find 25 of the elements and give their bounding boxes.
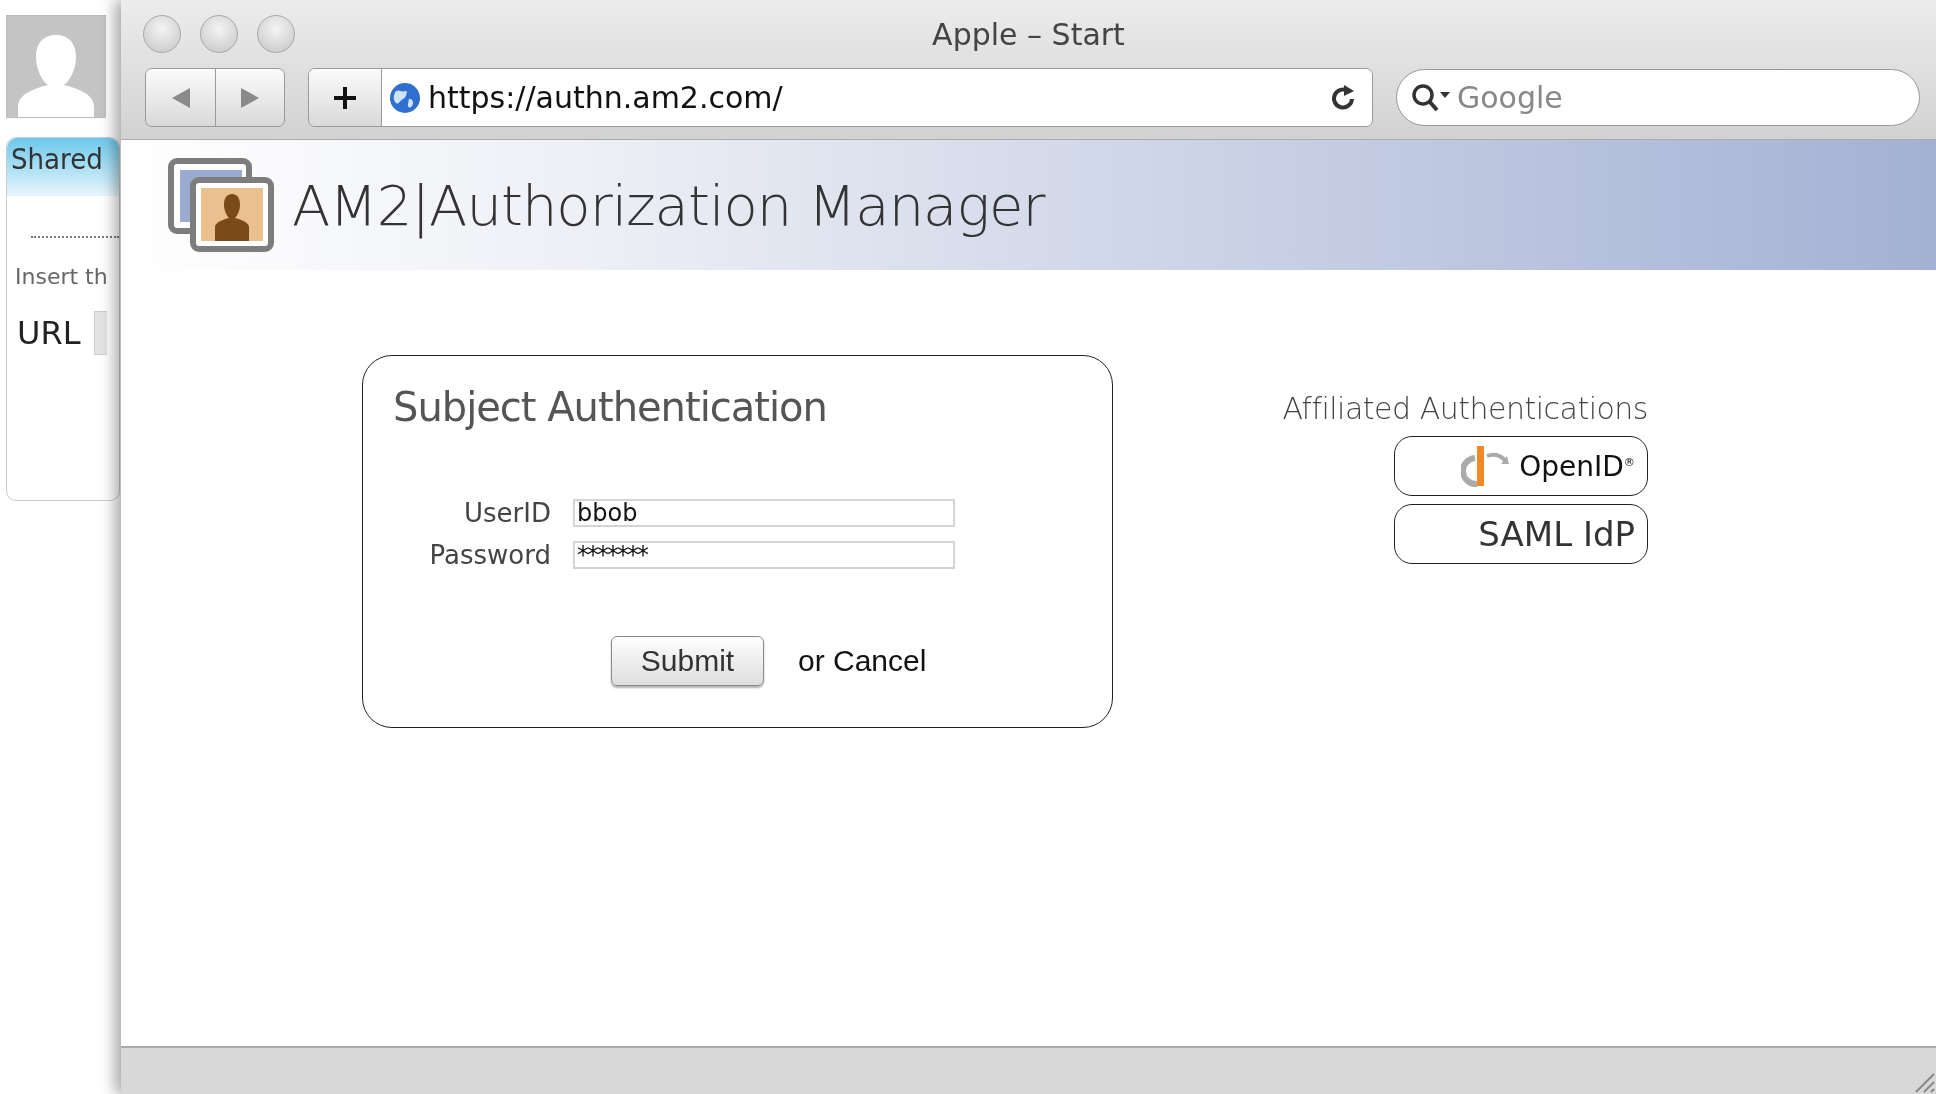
url-label: URL	[17, 314, 81, 352]
search-placeholder: Google	[1457, 80, 1563, 115]
instruction-text: Insert th	[15, 264, 109, 289]
search-icon	[1411, 82, 1451, 113]
card-title: Subject Authentication	[393, 384, 828, 430]
submit-button[interactable]: Submit	[611, 636, 764, 686]
search-field[interactable]: Google	[1396, 69, 1920, 126]
openid-logo-icon	[1461, 444, 1512, 488]
userid-field[interactable]: bbob	[573, 499, 955, 527]
password-field[interactable]: *******	[573, 541, 955, 569]
field-label: UserID	[463, 498, 551, 528]
close-button[interactable]	[143, 15, 181, 53]
app-title: AM2|Authorization Manager	[292, 172, 1045, 238]
url-input-field[interactable]	[94, 311, 108, 355]
openid-button[interactable]: OpenID$^{®}$	[1394, 436, 1648, 496]
window-title: Apple – Start	[931, 16, 1126, 52]
zoom-button[interactable]	[257, 15, 295, 53]
field-label: Password	[428, 540, 551, 570]
cancel-text: or Cancel	[798, 644, 927, 678]
minimize-button[interactable]	[200, 15, 238, 53]
affiliated-heading: Affiliated Authentications	[1282, 391, 1648, 426]
provider-button[interactable]: SAML IdP	[1394, 504, 1648, 564]
forward-icon	[239, 85, 261, 110]
panel-tab[interactable]: Shared	[7, 138, 119, 196]
portrait-frames-icon	[168, 158, 274, 252]
